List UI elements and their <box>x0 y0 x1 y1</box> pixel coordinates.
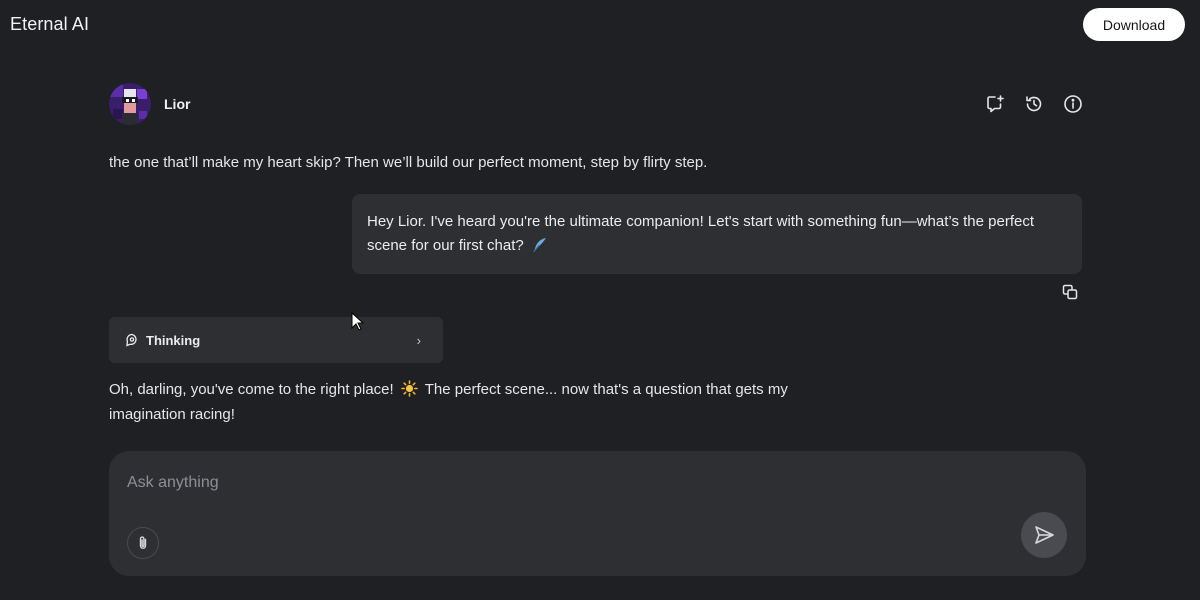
send-button[interactable] <box>1021 512 1067 558</box>
mouse-cursor-icon <box>351 312 365 331</box>
copy-icon[interactable] <box>1059 281 1080 302</box>
avatar[interactable] <box>109 83 151 125</box>
chat-actions <box>984 93 1083 114</box>
brand-title[interactable]: Eternal AI <box>10 14 89 35</box>
paperclip-icon <box>139 536 147 549</box>
sun-icon <box>401 380 418 397</box>
user-message-text: Hey Lior. I've heard you're the ultimate… <box>367 213 1034 254</box>
info-icon[interactable] <box>1062 93 1083 114</box>
download-button[interactable]: Download <box>1083 8 1185 41</box>
chat-input[interactable] <box>127 469 987 497</box>
send-icon <box>1035 526 1054 544</box>
avatar-image <box>109 83 151 125</box>
new-chat-icon[interactable] <box>984 93 1005 114</box>
composer <box>109 451 1086 576</box>
assistant-message-reply: Oh, darling, you've come to the right pl… <box>109 377 829 427</box>
reply-text-part1: Oh, darling, you've come to the right pl… <box>109 381 394 398</box>
chevron-right-icon: › <box>416 332 421 348</box>
user-message: Hey Lior. I've heard you're the ultimate… <box>352 194 1082 274</box>
app-window: Eternal AI Download Lior the one that’ll… <box>0 0 1200 600</box>
agent-name: Lior <box>164 96 191 112</box>
history-icon[interactable] <box>1023 93 1044 114</box>
feather-icon <box>533 238 546 253</box>
thinking-toggle[interactable]: Thinking › <box>109 317 443 363</box>
attach-button[interactable] <box>127 527 159 559</box>
brain-icon <box>126 333 137 347</box>
assistant-message-previous: the one that’ll make my heart skip? Then… <box>109 154 708 171</box>
thinking-label: Thinking <box>146 332 201 348</box>
